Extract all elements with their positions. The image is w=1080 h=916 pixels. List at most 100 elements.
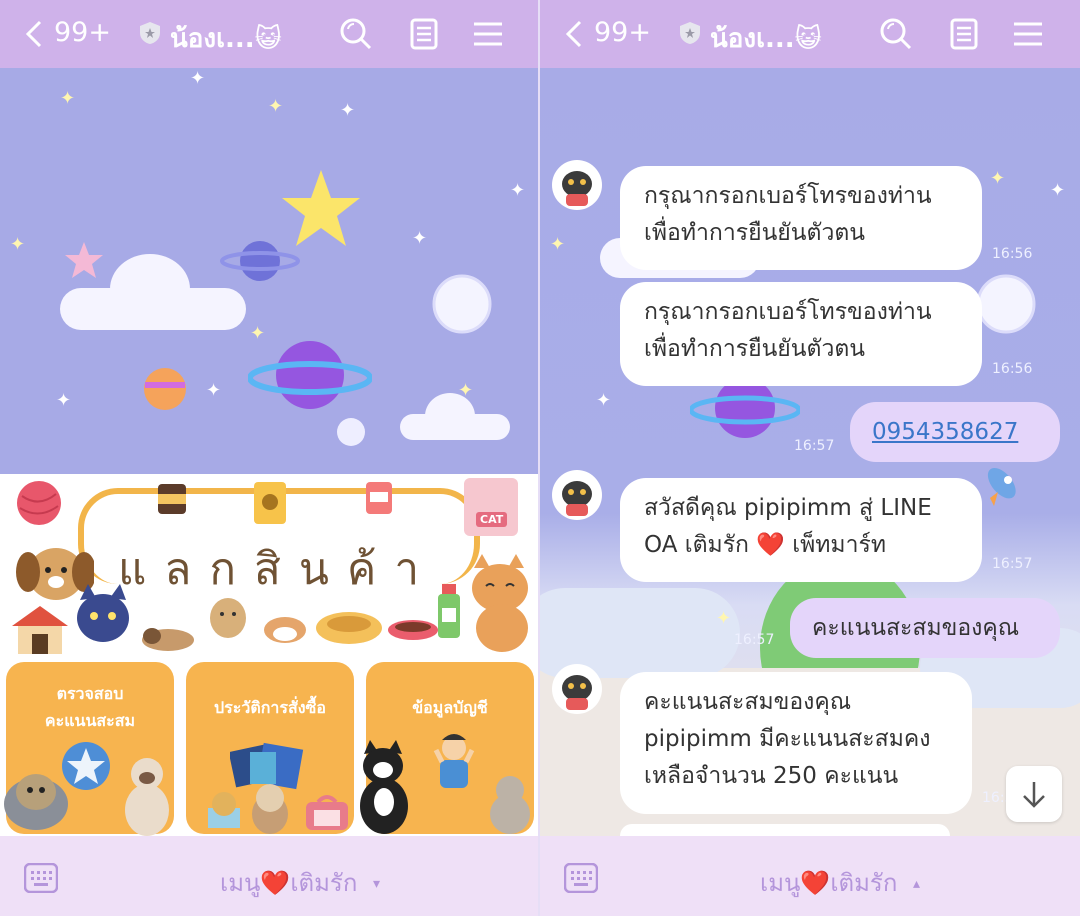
planet-icon xyxy=(220,241,300,281)
message-text: เหลือจำนวน 250 คะแนน xyxy=(644,762,899,789)
caret-up-icon: ▴ xyxy=(912,876,921,892)
food-bag-icon xyxy=(254,482,286,524)
unread-count[interactable]: 99+ xyxy=(594,17,651,48)
message-text: เพื่อทำการยืนยันตัวตน xyxy=(644,219,866,246)
tabby-cat-icon xyxy=(490,776,530,834)
message-time: 16:57 xyxy=(992,556,1033,572)
left-panel: ✦ ✦ ✦ ✦ ✦ ✦ ✦ ✦ ✦ ✦ ✦ 99+ น้องเ...😺 CAT xyxy=(0,0,540,916)
pet-bed-icon xyxy=(316,612,382,644)
hamster-icon xyxy=(264,617,306,643)
account-info-label: ข้อมูลบัญชี xyxy=(412,698,488,717)
chevron-left-icon[interactable] xyxy=(558,18,590,50)
chat-title-text: น้องเ... xyxy=(710,24,795,54)
moon-icon xyxy=(337,418,365,446)
keyboard-icon[interactable] xyxy=(24,863,58,893)
cat-emoji: 😺 xyxy=(254,24,282,54)
pet-carrier-icon xyxy=(306,795,348,830)
label-line: คะแนนสะสม xyxy=(44,711,136,731)
sparkle: ✦ xyxy=(596,390,612,411)
tiger-mascot-icon xyxy=(553,161,601,209)
sparkle: ✦ xyxy=(458,380,474,401)
order-history-button[interactable]: ประวัติการสั่งซื้อ xyxy=(186,662,354,834)
scroll-to-bottom-button[interactable] xyxy=(1006,766,1062,822)
caret-down-icon: ▾ xyxy=(372,876,381,892)
chevron-left-icon[interactable] xyxy=(18,18,50,50)
sent-message-bubble[interactable]: คะแนนสะสมของคุณ xyxy=(790,598,1060,658)
message-text: pipipimm มีคะแนนสะสมคง xyxy=(644,725,931,752)
rich-menu-title: แลกสินค้า xyxy=(118,544,438,595)
bot-avatar[interactable] xyxy=(552,160,602,210)
doghouse-icon xyxy=(12,606,68,654)
star-decoration xyxy=(65,242,103,278)
sent-message-bubble[interactable]: 0954358627 xyxy=(850,402,1060,462)
order-history-label: ประวัติการสั่งซื้อ xyxy=(213,698,327,717)
cat-food-bag: CAT xyxy=(464,478,518,536)
keyboard-icon[interactable] xyxy=(564,863,598,893)
sparkle: ✦ xyxy=(60,88,76,109)
sparkle: ✦ xyxy=(268,96,284,117)
message-text: คะแนนสะสมของคุณ xyxy=(644,689,852,715)
chat-title[interactable]: น้องเ...😺 xyxy=(170,18,282,59)
rich-menu-toggle[interactable]: เมนู❤️เติมรัก ▾ xyxy=(220,863,380,902)
message-bubble[interactable]: คะแนนสะสมของคุณ pipipimm มีคะแนนสะสมคง เ… xyxy=(620,672,972,814)
moon-icon xyxy=(432,274,492,334)
orange-cat-icon xyxy=(472,554,528,652)
cat-in-box-icon xyxy=(208,792,240,828)
menu-label-text: เมนู❤️เติมรัก xyxy=(760,869,898,897)
phone-number-link[interactable]: 0954358627 xyxy=(872,419,1018,445)
pet-bowl-icon xyxy=(388,620,438,640)
shield-icon xyxy=(140,22,160,44)
search-icon[interactable] xyxy=(338,16,374,52)
puppy-sleeping-icon xyxy=(142,628,194,651)
tiger-mascot-icon xyxy=(553,665,601,713)
sparkle: ✦ xyxy=(250,323,266,344)
cat-emoji: 😺 xyxy=(794,24,822,54)
chat-header: 99+ น้องเ...😺 xyxy=(540,0,1080,68)
hamburger-icon[interactable] xyxy=(470,16,506,52)
notes-icon[interactable] xyxy=(946,16,982,52)
sparkle: ✦ xyxy=(10,234,26,255)
puppy-icon xyxy=(252,784,288,834)
search-icon[interactable] xyxy=(878,16,914,52)
sparkle: ✦ xyxy=(412,228,428,249)
message-text: คะแนนสะสมของคุณ xyxy=(812,615,1020,641)
message-text: สวัสดีคุณ pipipimm สู่ LINE xyxy=(644,495,932,521)
unread-count[interactable]: 99+ xyxy=(54,17,111,48)
message-time: 16:57 xyxy=(794,438,835,454)
message-bubble[interactable]: กรุณากรอกเบอร์โทรของท่าน เพื่อทำการยืนยั… xyxy=(620,166,982,270)
arrow-down-icon xyxy=(1023,782,1045,808)
account-info-button[interactable]: ข้อมูลบัญชี xyxy=(360,662,534,834)
rich-menu-toggle[interactable]: เมนู❤️เติมรัก ▴ xyxy=(760,863,920,902)
message-time: 16:57 xyxy=(734,632,775,648)
planet-icon xyxy=(144,368,186,410)
planet-icon xyxy=(248,341,372,409)
tiger-mascot-icon xyxy=(553,471,601,519)
can-icon xyxy=(158,484,186,514)
cat-tag: CAT xyxy=(476,512,508,527)
check-points-button[interactable]: ตรวจสอบ คะแนนสะสม xyxy=(4,662,174,836)
message-bubble[interactable]: กรุณากรอกเบอร์โทรของท่าน เพื่อทำการยืนยั… xyxy=(620,282,982,386)
message-text: กรุณากรอกเบอร์โทรของท่าน xyxy=(644,299,932,325)
label-line: ตรวจสอบ xyxy=(56,684,124,703)
notes-icon[interactable] xyxy=(406,16,442,52)
hamburger-icon[interactable] xyxy=(1010,16,1046,52)
message-bubble[interactable]: สวัสดีคุณ pipipimm สู่ LINE OA เติมรัก ❤… xyxy=(620,478,982,582)
shield-icon xyxy=(680,22,700,44)
dog-icon xyxy=(4,774,68,830)
sparkle: ✦ xyxy=(340,100,356,121)
chat-title-text: น้องเ... xyxy=(170,24,255,54)
chat-header: 99+ น้องเ...😺 xyxy=(0,0,540,68)
sparkle: ✦ xyxy=(190,68,206,89)
yarn-ball-icon xyxy=(17,481,61,525)
bot-avatar[interactable] xyxy=(552,470,602,520)
menu-label-text: เมนู❤️เติมรัก xyxy=(220,869,358,897)
bot-avatar[interactable] xyxy=(552,664,602,714)
chat-title[interactable]: น้องเ...😺 xyxy=(710,18,822,59)
message-time: 16:56 xyxy=(992,361,1033,377)
message-text: กรุณากรอกเบอร์โทรของท่าน xyxy=(644,183,932,209)
moon-icon xyxy=(976,274,1036,334)
check-points-label: ตรวจสอบ คะแนนสะสม xyxy=(6,680,174,734)
message-time: 16:56 xyxy=(992,246,1033,262)
sparkle: ✦ xyxy=(56,390,72,411)
black-white-cat-icon xyxy=(360,740,408,834)
